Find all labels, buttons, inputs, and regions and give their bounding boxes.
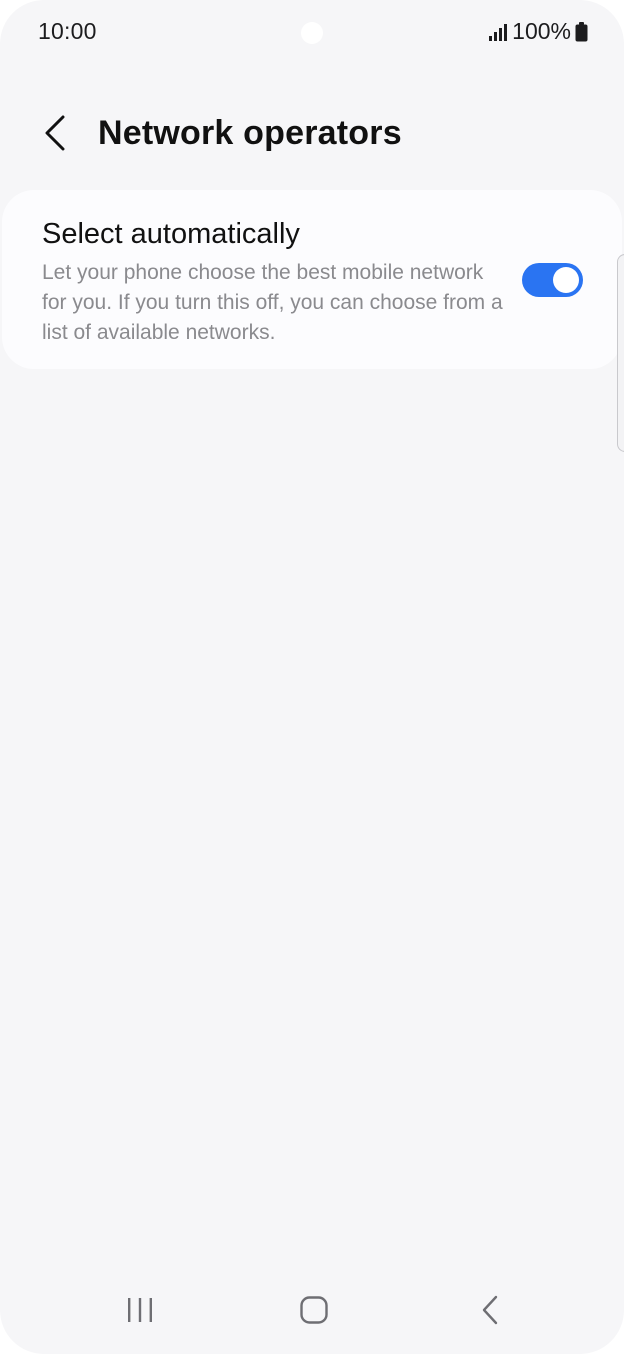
home-icon (299, 1295, 329, 1330)
battery-percentage: 100% (512, 18, 571, 44)
status-bar: 10:00 100% (0, 0, 624, 66)
nav-back-button[interactable] (460, 1288, 520, 1336)
settings-card: Select automatically Let your phone choo… (2, 190, 622, 369)
select-automatically-row[interactable]: Select automatically Let your phone choo… (2, 190, 622, 369)
phone-screen: 10:00 100% Network operators Select auto… (0, 0, 624, 1354)
front-camera (301, 22, 323, 44)
home-button[interactable] (284, 1288, 344, 1336)
recents-button[interactable] (110, 1288, 170, 1336)
status-time: 10:00 (38, 18, 97, 44)
select-automatically-toggle[interactable] (522, 263, 583, 297)
battery-icon (575, 21, 588, 42)
back-button[interactable] (30, 110, 80, 160)
setting-title: Select automatically (42, 218, 300, 250)
status-icons: 100% (488, 18, 588, 45)
page-title: Network operators (98, 114, 402, 152)
signal-icon (488, 23, 508, 41)
navigation-bar (0, 1270, 624, 1354)
app-bar: Network operators (0, 96, 624, 176)
back-icon (480, 1295, 500, 1330)
setting-description: Let your phone choose the best mobile ne… (42, 261, 503, 344)
toggle-knob (553, 267, 579, 293)
chevron-left-icon (43, 114, 67, 157)
recents-icon (125, 1296, 155, 1329)
edge-panel-handle[interactable] (617, 254, 624, 452)
